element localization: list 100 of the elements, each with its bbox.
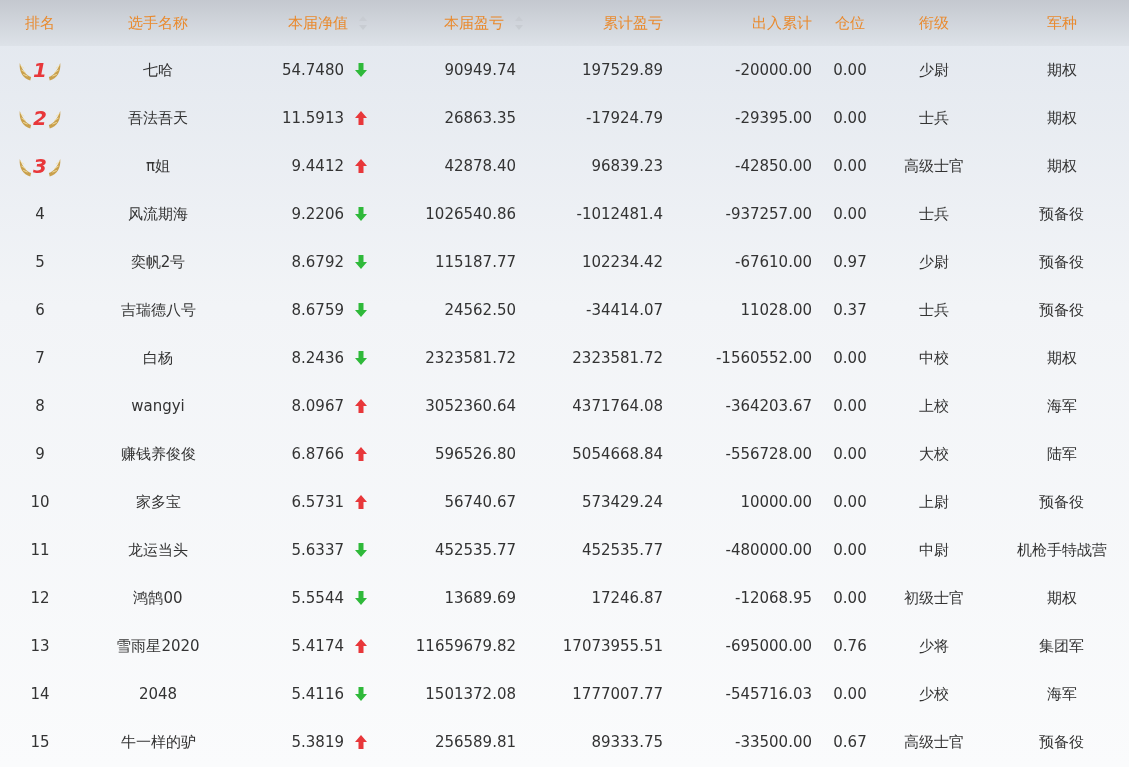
service-branch: 预备役 xyxy=(1039,732,1084,752)
player-name: 雪雨星2020 xyxy=(116,636,200,656)
service-branch: 机枪手特战营 xyxy=(1016,540,1107,560)
rank-title: 高级士官 xyxy=(904,156,964,176)
rank-title: 上校 xyxy=(919,396,949,416)
net-value: 54.7480 xyxy=(281,61,344,79)
cash-flow-total: -545716.03 xyxy=(725,685,812,703)
service-branch: 陆军 xyxy=(1046,444,1077,464)
column-header[interactable]: 本届盈亏 xyxy=(444,13,504,33)
player-name: 吉瑞德八号 xyxy=(120,300,196,320)
rank-wings-badge: 2 xyxy=(18,105,62,131)
total-profit: 573429.24 xyxy=(581,493,663,511)
position-ratio: 0.00 xyxy=(833,397,867,415)
player-name: 2048 xyxy=(138,685,178,703)
rank-title: 大校 xyxy=(919,444,949,464)
cash-flow-total: -937257.00 xyxy=(725,205,812,223)
cash-flow-total: -480000.00 xyxy=(725,541,812,559)
rank-title: 中尉 xyxy=(919,540,949,560)
rank-number: 4 xyxy=(35,205,45,223)
cash-flow-total: -364203.67 xyxy=(725,397,812,415)
total-profit: 89333.75 xyxy=(591,733,663,751)
total-profit: 452535.77 xyxy=(581,541,663,559)
column-header: 选手名称 xyxy=(128,13,188,33)
current-profit: 56740.67 xyxy=(444,493,516,511)
service-branch: 期权 xyxy=(1046,156,1077,176)
column-header[interactable]: 本届净值 xyxy=(288,13,348,33)
current-profit: 2323581.72 xyxy=(425,349,516,367)
net-value: 8.0967 xyxy=(291,397,344,415)
net-value: 5.6337 xyxy=(291,541,344,559)
position-ratio: 0.00 xyxy=(833,541,867,559)
total-profit: 17246.87 xyxy=(591,589,663,607)
net-value: 5.4116 xyxy=(291,685,344,703)
net-value: 6.8766 xyxy=(291,445,344,463)
position-ratio: 0.00 xyxy=(833,349,867,367)
rank-wings-badge: 3 xyxy=(18,153,62,179)
cash-flow-total: 11028.00 xyxy=(740,301,812,319)
current-profit: 3052360.64 xyxy=(425,397,516,415)
rank-title: 少尉 xyxy=(919,252,949,272)
current-profit: 115187.77 xyxy=(434,253,516,271)
service-branch: 期权 xyxy=(1046,348,1077,368)
rank-number: 10 xyxy=(30,493,50,511)
column-header: 衔级 xyxy=(919,13,949,33)
total-profit: -17924.79 xyxy=(586,109,663,127)
cash-flow-total: -20000.00 xyxy=(735,61,812,79)
cash-flow-total: -1560552.00 xyxy=(715,349,812,367)
current-profit: 11659679.82 xyxy=(415,637,516,655)
cash-flow-total: -556728.00 xyxy=(725,445,812,463)
rank-title: 士兵 xyxy=(919,108,949,128)
total-profit: 4371764.08 xyxy=(572,397,663,415)
service-branch: 预备役 xyxy=(1039,252,1084,272)
player-name: 赚钱养俊俊 xyxy=(120,444,196,464)
net-value: 9.2206 xyxy=(291,205,344,223)
cash-flow-total: -695000.00 xyxy=(725,637,812,655)
rank-number: 6 xyxy=(35,301,45,319)
current-profit: 256589.81 xyxy=(434,733,516,751)
position-ratio: 0.00 xyxy=(833,493,867,511)
position-ratio: 0.37 xyxy=(833,301,867,319)
rank-title: 初级士官 xyxy=(904,588,964,608)
rank-title: 少校 xyxy=(919,684,949,704)
rank-number: 12 xyxy=(30,589,50,607)
position-ratio: 0.00 xyxy=(833,109,867,127)
service-branch: 期权 xyxy=(1046,108,1077,128)
position-ratio: 0.00 xyxy=(833,685,867,703)
position-ratio: 0.00 xyxy=(833,589,867,607)
rank-title: 少将 xyxy=(919,636,949,656)
position-ratio: 0.76 xyxy=(833,637,867,655)
service-branch: 期权 xyxy=(1046,60,1077,80)
rank-title: 士兵 xyxy=(919,204,949,224)
player-name: 鸿鹄00 xyxy=(133,588,183,608)
cash-flow-total: -29395.00 xyxy=(735,109,812,127)
current-profit: 42878.40 xyxy=(444,157,516,175)
cash-flow-total: 10000.00 xyxy=(740,493,812,511)
player-name: 七哈 xyxy=(143,60,173,80)
rank-wings-badge: 1 xyxy=(18,57,62,83)
position-ratio: 0.00 xyxy=(833,61,867,79)
rank-title: 士兵 xyxy=(919,300,949,320)
rank-number: 7 xyxy=(35,349,45,367)
service-branch: 预备役 xyxy=(1039,300,1084,320)
player-name: wangyi xyxy=(131,397,185,415)
rank-number: 13 xyxy=(30,637,50,655)
net-value: 5.3819 xyxy=(291,733,344,751)
net-value: 5.5544 xyxy=(291,589,344,607)
service-branch: 预备役 xyxy=(1039,204,1084,224)
current-profit: 596526.80 xyxy=(434,445,516,463)
position-ratio: 0.00 xyxy=(833,157,867,175)
total-profit: 17073955.51 xyxy=(562,637,663,655)
current-profit: 90949.74 xyxy=(444,61,516,79)
rank-number: 11 xyxy=(30,541,50,559)
current-profit: 24562.50 xyxy=(444,301,516,319)
rank-number: 8 xyxy=(35,397,45,415)
net-value: 9.4412 xyxy=(291,157,344,175)
total-profit: 102234.42 xyxy=(581,253,663,271)
rank-number: 14 xyxy=(30,685,50,703)
service-branch: 海军 xyxy=(1046,684,1077,704)
rank-title: 高级士官 xyxy=(904,732,964,752)
current-profit: 1026540.86 xyxy=(425,205,516,223)
current-profit: 452535.77 xyxy=(434,541,516,559)
rank-title: 少尉 xyxy=(919,60,949,80)
position-ratio: 0.67 xyxy=(833,733,867,751)
column-header: 排名 xyxy=(25,13,55,33)
